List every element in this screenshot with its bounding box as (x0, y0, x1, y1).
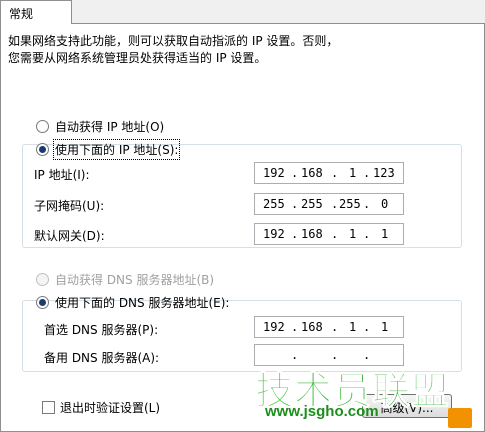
intro-line-1: 如果网络支持此功能，则可以获取自动指派的 IP 设置。否则， (8, 34, 339, 48)
mask-octet-3: 255 (339, 197, 361, 211)
auto-ip-label[interactable]: 自动获得 IP 地址(O) (55, 118, 164, 135)
mask-octet-1: 255 (263, 197, 285, 211)
ip-octet-2: 168 (301, 166, 323, 180)
ip-octet-4: 123 (373, 166, 395, 180)
dns1-octet-2: 168 (301, 320, 323, 334)
gateway-field[interactable]: 192 . 168 . 1 . 1 (254, 223, 404, 245)
ip-address-label: IP 地址(I): (34, 168, 90, 182)
manual-ip-radio[interactable] (36, 143, 49, 156)
tab-general-label: 常规 (9, 7, 34, 21)
ip-address-field[interactable]: 192 . 168 . 1 . 123 (254, 162, 404, 184)
mask-octet-4: 0 (381, 197, 389, 211)
dns1-octet-3: 1 (349, 320, 357, 334)
manual-dns-label[interactable]: 使用下面的 DNS 服务器地址(E): (55, 294, 229, 311)
auto-dns-radio[interactable] (36, 273, 49, 286)
mask-octet-2: 255 (301, 197, 323, 211)
tab-general[interactable]: 常规 (0, 0, 72, 24)
intro-line-2: 您需要从网络系统管理员处获得适当的 IP 设置。 (8, 51, 267, 65)
watermark-url: www.jsgho.com (265, 403, 379, 420)
gw-octet-4: 1 (381, 227, 389, 241)
ip-octet-3: 1 (349, 166, 357, 180)
subnet-mask-field[interactable]: 255 . 255 . 255 . 0 (254, 193, 404, 215)
preferred-dns-field[interactable]: 192 . 168 . 1 . 1 (254, 316, 404, 338)
dns1-octet-4: 1 (381, 320, 389, 334)
manual-ip-label[interactable]: 使用下面的 IP 地址(S): (52, 139, 181, 160)
validate-on-exit-label[interactable]: 退出时验证设置(L) (60, 399, 160, 416)
intro-text: 如果网络支持此功能，则可以获取自动指派的 IP 设置。否则， 您需要从网络系统管… (8, 33, 478, 67)
preferred-dns-label: 首选 DNS 服务器(P): (44, 323, 159, 337)
validate-on-exit-checkbox[interactable] (42, 401, 55, 414)
manual-dns-radio[interactable] (36, 296, 49, 309)
gateway-label: 默认网关(D): (34, 229, 105, 243)
gw-octet-2: 168 (301, 227, 323, 241)
dns1-octet-1: 192 (263, 320, 285, 334)
alternate-dns-label: 备用 DNS 服务器(A): (44, 351, 160, 365)
gw-octet-3: 1 (349, 227, 357, 241)
auto-dns-label[interactable]: 自动获得 DNS 服务器地址(B) (55, 271, 214, 288)
subnet-mask-label: 子网掩码(U): (34, 199, 105, 213)
gw-octet-1: 192 (263, 227, 285, 241)
ip-octet-1: 192 (263, 166, 285, 180)
auto-ip-radio[interactable] (36, 120, 49, 133)
watermark-badge (448, 408, 472, 428)
